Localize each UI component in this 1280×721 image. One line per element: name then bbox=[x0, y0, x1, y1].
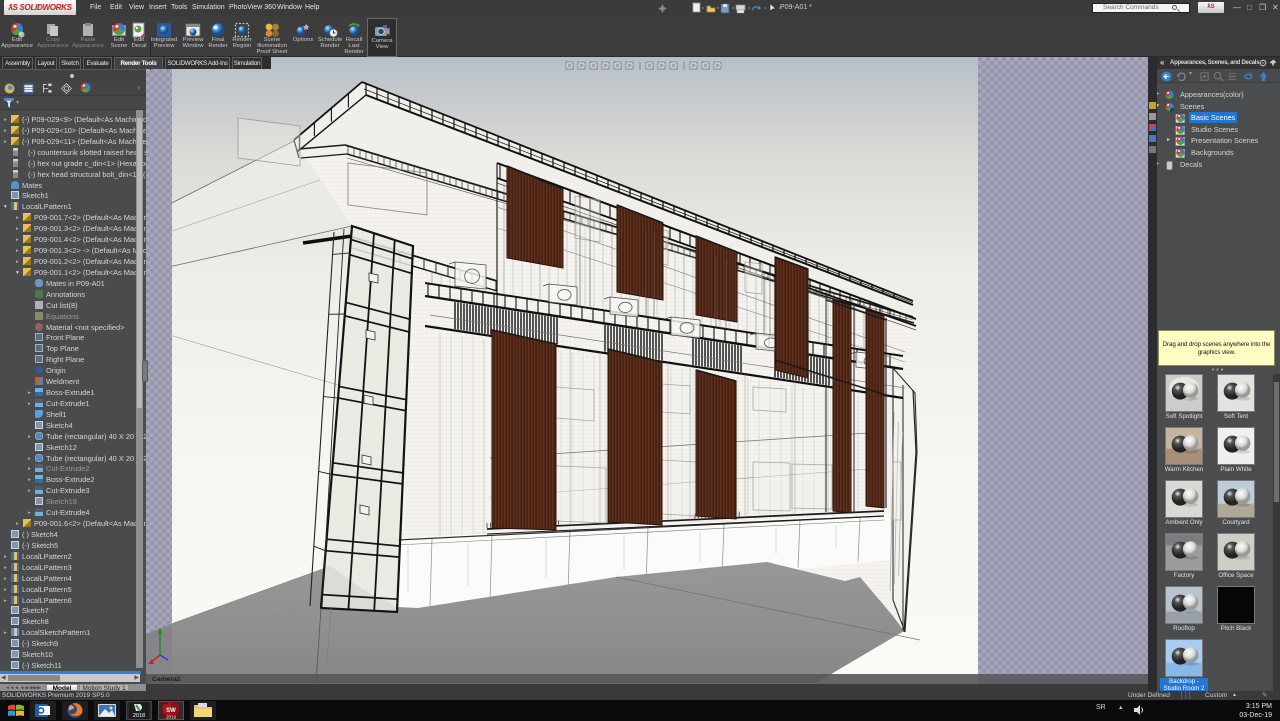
svg-text:SW: SW bbox=[166, 708, 176, 714]
svg-text:Camera1: Camera1 bbox=[152, 676, 181, 683]
svg-text:2019: 2019 bbox=[166, 715, 177, 720]
svg-text:2018: 2018 bbox=[133, 713, 145, 719]
